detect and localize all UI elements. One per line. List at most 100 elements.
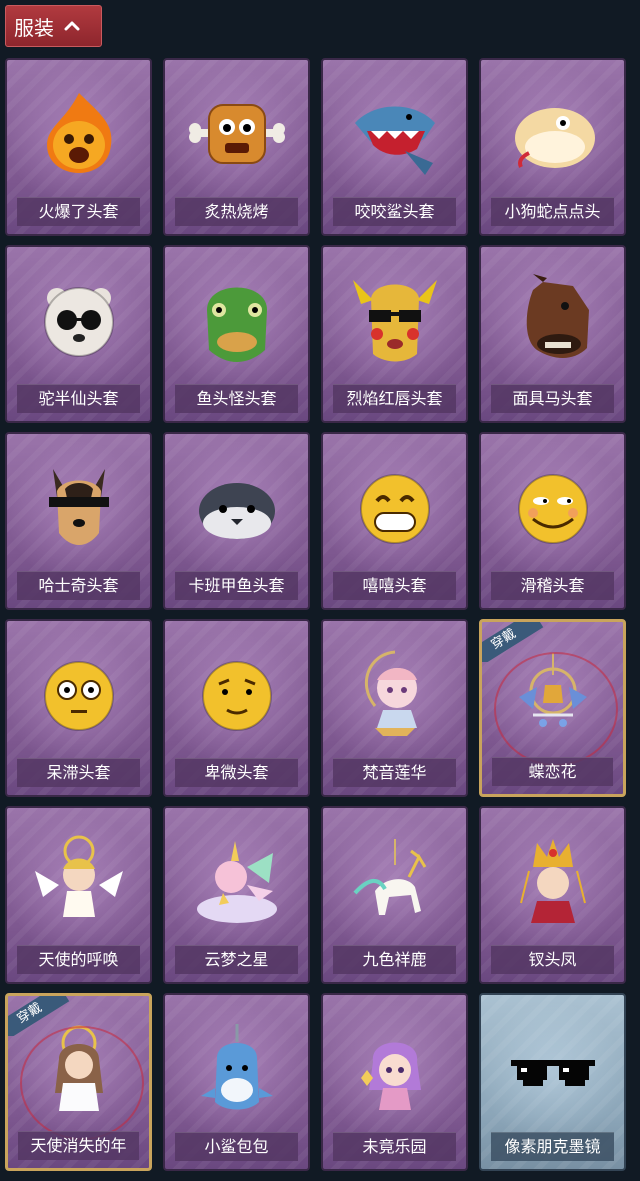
equipped-badge-label: 穿戴 bbox=[482, 622, 544, 662]
snake-mask-icon bbox=[514, 108, 595, 168]
costume-art bbox=[165, 68, 308, 198]
costume-card[interactable]: 云梦之星 bbox=[163, 806, 310, 984]
costume-name: 炙热烧烤 bbox=[175, 197, 298, 226]
costume-art bbox=[165, 816, 308, 946]
costume-name: 卡班甲鱼头套 bbox=[175, 571, 298, 600]
pikachu-mask-icon bbox=[352, 280, 437, 362]
bbq-meat-mask-icon bbox=[188, 104, 285, 164]
bear-sunglasses-mask-icon bbox=[43, 287, 114, 357]
phoenix-crown-pendant-icon bbox=[519, 839, 586, 923]
costume-name: 哈士奇头套 bbox=[17, 571, 140, 600]
chevron-up-icon bbox=[64, 21, 80, 31]
costume-art bbox=[323, 629, 466, 759]
costume-card[interactable]: 呆滞头套 bbox=[5, 619, 152, 797]
costume-card[interactable]: 像素朋克墨镜 bbox=[479, 993, 626, 1171]
costume-name: 小鲨包包 bbox=[175, 1132, 298, 1161]
costume-name: 面具马头套 bbox=[491, 384, 614, 413]
dazed-emoji-mask-icon bbox=[43, 661, 114, 731]
costume-card[interactable]: 穿戴天使消失的年 bbox=[5, 993, 152, 1171]
costume-name: 九色祥鹿 bbox=[333, 945, 456, 974]
equipped-badge-label: 穿戴 bbox=[8, 996, 70, 1036]
costume-card[interactable]: 鱼头怪头套 bbox=[163, 245, 310, 423]
costume-art bbox=[7, 629, 150, 759]
fish-head-mask-icon bbox=[206, 287, 267, 362]
puffer-fish-mask-icon bbox=[198, 483, 275, 539]
costume-name: 未竟乐园 bbox=[333, 1132, 456, 1161]
husky-mask-icon bbox=[48, 469, 109, 545]
equipped-badge: 穿戴 bbox=[8, 996, 70, 1036]
costume-name: 钗头凤 bbox=[491, 945, 614, 974]
costume-name: 小狗蛇点点头 bbox=[491, 197, 614, 226]
costume-art bbox=[481, 816, 624, 946]
costume-name: 鱼头怪头套 bbox=[175, 384, 298, 413]
horse-mask-icon bbox=[526, 274, 589, 358]
fire-mask-icon bbox=[46, 93, 111, 173]
paradise-girl-pendant-icon bbox=[360, 1042, 421, 1110]
costume-card[interactable]: 咬咬鲨头套 bbox=[321, 58, 468, 236]
costume-name: 卑微头套 bbox=[175, 758, 298, 787]
deer-pendant-icon bbox=[353, 839, 426, 915]
costume-art bbox=[165, 629, 308, 759]
costume-art bbox=[7, 816, 150, 946]
costume-name: 嘻嘻头套 bbox=[333, 571, 456, 600]
costume-art bbox=[481, 442, 624, 572]
costume-grid: 火爆了头套 炙热烧烤 咬咬鲨头套 小狗蛇点点头 驼半仙头套 鱼头怪头套 烈焰红唇… bbox=[5, 58, 636, 1171]
costume-name: 呆滞头套 bbox=[17, 758, 140, 787]
unicorn-pendant-icon bbox=[196, 841, 277, 923]
costume-card[interactable]: 小鲨包包 bbox=[163, 993, 310, 1171]
humble-emoji-mask-icon bbox=[201, 661, 272, 731]
pixel-sunglasses-icon bbox=[510, 1060, 595, 1086]
costume-art bbox=[323, 442, 466, 572]
costume-art bbox=[7, 442, 150, 572]
costume-art bbox=[481, 1003, 624, 1133]
costume-name: 火爆了头套 bbox=[17, 197, 140, 226]
costume-art bbox=[323, 816, 466, 946]
shark-bag-pendant-icon bbox=[200, 1024, 273, 1110]
costume-art bbox=[7, 255, 150, 385]
costume-name: 天使的呼唤 bbox=[17, 945, 140, 974]
costume-name: 蝶恋花 bbox=[492, 757, 613, 786]
section-title: 服装 bbox=[14, 15, 54, 40]
costume-card[interactable]: 炙热烧烤 bbox=[163, 58, 310, 236]
costume-card[interactable]: 未竟乐园 bbox=[321, 993, 468, 1171]
lotus-character-pendant-icon bbox=[364, 650, 417, 736]
costume-card[interactable]: 穿戴蝶恋花 bbox=[479, 619, 626, 797]
costume-name: 驼半仙头套 bbox=[17, 384, 140, 413]
costume-card[interactable]: 梵音莲华 bbox=[321, 619, 468, 797]
costume-card[interactable]: 面具马头套 bbox=[479, 245, 626, 423]
costume-name: 天使消失的年 bbox=[18, 1131, 139, 1160]
costume-card[interactable]: 卑微头套 bbox=[163, 619, 310, 797]
costume-art bbox=[323, 255, 466, 385]
costume-card[interactable]: 天使的呼唤 bbox=[5, 806, 152, 984]
costume-art bbox=[165, 255, 308, 385]
smirk-emoji-mask-icon bbox=[517, 474, 588, 544]
costume-section-toggle[interactable]: 服装 bbox=[5, 5, 102, 47]
costume-art bbox=[323, 68, 466, 198]
shark-mask-icon bbox=[354, 106, 435, 175]
costume-art bbox=[481, 255, 624, 385]
grin-emoji-mask-icon bbox=[359, 474, 430, 544]
costume-card[interactable]: 九色祥鹿 bbox=[321, 806, 468, 984]
costume-art bbox=[323, 1003, 466, 1133]
costume-name: 梵音莲华 bbox=[333, 758, 456, 787]
costume-name: 云梦之星 bbox=[175, 945, 298, 974]
costume-art bbox=[165, 442, 308, 572]
costume-card[interactable]: 小狗蛇点点头 bbox=[479, 58, 626, 236]
costume-card[interactable]: 钗头凤 bbox=[479, 806, 626, 984]
costume-art bbox=[165, 1003, 308, 1133]
costume-card[interactable]: 哈士奇头套 bbox=[5, 432, 152, 610]
costume-card[interactable]: 嘻嘻头套 bbox=[321, 432, 468, 610]
costume-art bbox=[481, 68, 624, 198]
angel-pendant-icon bbox=[34, 835, 123, 917]
costume-name: 咬咬鲨头套 bbox=[333, 197, 456, 226]
costume-card[interactable]: 火爆了头套 bbox=[5, 58, 152, 236]
costume-card[interactable]: 烈焰红唇头套 bbox=[321, 245, 468, 423]
equipped-badge: 穿戴 bbox=[482, 622, 544, 662]
costume-card[interactable]: 卡班甲鱼头套 bbox=[163, 432, 310, 610]
costume-card[interactable]: 滑稽头套 bbox=[479, 432, 626, 610]
costume-card[interactable]: 驼半仙头套 bbox=[5, 245, 152, 423]
costume-name: 滑稽头套 bbox=[491, 571, 614, 600]
costume-art bbox=[7, 68, 150, 198]
costume-name: 像素朋克墨镜 bbox=[491, 1132, 614, 1161]
costume-name: 烈焰红唇头套 bbox=[333, 384, 456, 413]
